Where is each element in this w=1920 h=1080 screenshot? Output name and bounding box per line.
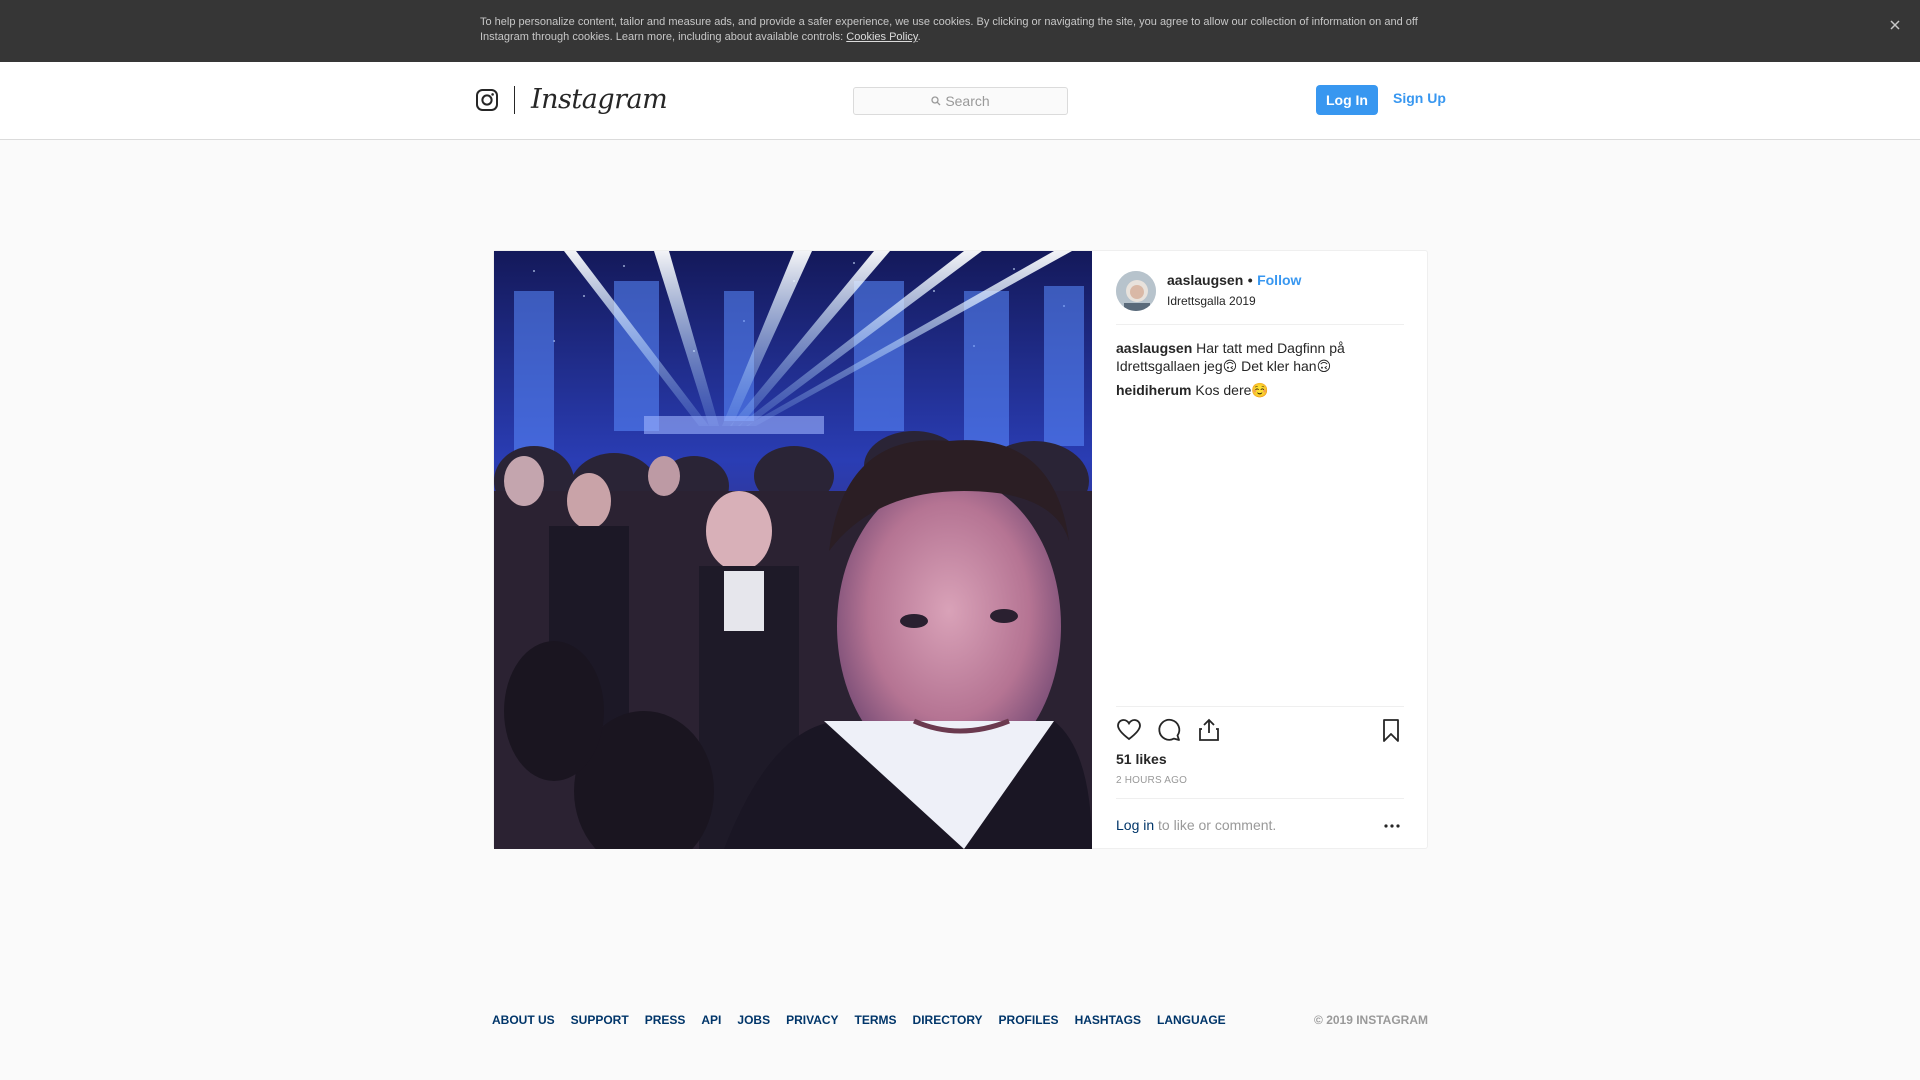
search-input[interactable]: Search bbox=[853, 87, 1068, 115]
post-header: aaslaugsen • Follow Idrettsgalla 2019 bbox=[1116, 271, 1404, 325]
footer-link-about-us[interactable]: About Us bbox=[492, 1013, 555, 1027]
footer-link-directory[interactable]: Directory bbox=[913, 1013, 983, 1027]
avatar[interactable] bbox=[1116, 271, 1156, 311]
footer-link-support[interactable]: Support bbox=[571, 1013, 629, 1027]
comments-list: aaslaugsen Har tatt med Dagfinn på Idret… bbox=[1116, 339, 1404, 405]
footer-link-profiles[interactable]: Profiles bbox=[999, 1013, 1059, 1027]
post-header-names: aaslaugsen • Follow Idrettsgalla 2019 bbox=[1167, 272, 1301, 308]
footer-link-terms[interactable]: Terms bbox=[855, 1013, 897, 1027]
comment-user[interactable]: aaslaugsen bbox=[1116, 340, 1192, 356]
separator-dot: • bbox=[1247, 272, 1253, 288]
search-placeholder: Search bbox=[945, 93, 990, 109]
follow-button[interactable]: Follow bbox=[1257, 272, 1301, 288]
post-author[interactable]: aaslaugsen bbox=[1167, 272, 1243, 288]
cookie-notice: To help personalize content, tailor and … bbox=[480, 15, 1450, 45]
instagram-wordmark[interactable]: Instagram bbox=[531, 84, 668, 115]
login-prompt-text: Log in to like or comment. bbox=[1116, 817, 1276, 833]
post-card: aaslaugsen • Follow Idrettsgalla 2019 aa… bbox=[493, 250, 1428, 849]
cookie-banner: To help personalize content, tailor and … bbox=[0, 0, 1920, 62]
bookmark-icon[interactable] bbox=[1378, 717, 1404, 743]
post-timestamp: 2 HOURS AGO bbox=[1116, 775, 1188, 786]
instagram-glyph-icon[interactable] bbox=[475, 88, 499, 112]
footer-link-hashtags[interactable]: Hashtags bbox=[1075, 1013, 1141, 1027]
cookies-policy-link[interactable]: Cookies Policy bbox=[846, 31, 917, 43]
like-count[interactable]: 51 likes bbox=[1116, 751, 1404, 767]
footer-link-press[interactable]: Press bbox=[645, 1013, 686, 1027]
logo-divider bbox=[514, 86, 515, 114]
comment-item: aaslaugsen Har tatt med Dagfinn på Idret… bbox=[1116, 339, 1404, 375]
top-nav: Instagram Search Log In Sign Up bbox=[0, 62, 1920, 140]
comment-text: Kos dere☺️ bbox=[1195, 382, 1269, 398]
close-icon[interactable] bbox=[1886, 16, 1904, 34]
signup-link[interactable]: Sign Up bbox=[1393, 90, 1446, 106]
post-photo[interactable] bbox=[494, 251, 1092, 849]
cookie-notice-text: To help personalize content, tailor and … bbox=[480, 16, 1418, 43]
footer-nav: About Us Support Press API Jobs Privacy … bbox=[492, 1013, 1428, 1027]
login-link[interactable]: Log in bbox=[1116, 817, 1154, 833]
post-location[interactable]: Idrettsgalla 2019 bbox=[1167, 294, 1301, 308]
search-icon bbox=[931, 96, 941, 106]
cookie-notice-suffix: . bbox=[917, 31, 921, 43]
post-sidebar: aaslaugsen • Follow Idrettsgalla 2019 aa… bbox=[1092, 251, 1428, 849]
comment-icon[interactable] bbox=[1156, 717, 1182, 743]
more-icon[interactable] bbox=[1382, 819, 1402, 831]
login-prompt-suffix: to like or comment. bbox=[1154, 817, 1277, 833]
footer-link-language[interactable]: Language bbox=[1157, 1013, 1226, 1027]
comment-item: heidiherum Kos dere☺️ bbox=[1116, 381, 1404, 399]
login-prompt: Log in to like or comment. bbox=[1116, 798, 1404, 850]
footer-link-api[interactable]: API bbox=[701, 1013, 721, 1027]
post-actions: 51 likes 2 HOURS AGO Log in to like or c… bbox=[1116, 706, 1404, 850]
comment-user[interactable]: heidiherum bbox=[1116, 382, 1191, 398]
login-button[interactable]: Log In bbox=[1316, 85, 1378, 115]
action-bar bbox=[1116, 707, 1404, 751]
share-icon[interactable] bbox=[1196, 717, 1222, 743]
footer-link-privacy[interactable]: Privacy bbox=[786, 1013, 838, 1027]
copyright: © 2019 Instagram bbox=[1314, 1013, 1428, 1027]
footer-link-jobs[interactable]: Jobs bbox=[737, 1013, 770, 1027]
footer: About Us Support Press API Jobs Privacy … bbox=[492, 1013, 1428, 1033]
heart-icon[interactable] bbox=[1116, 717, 1142, 743]
